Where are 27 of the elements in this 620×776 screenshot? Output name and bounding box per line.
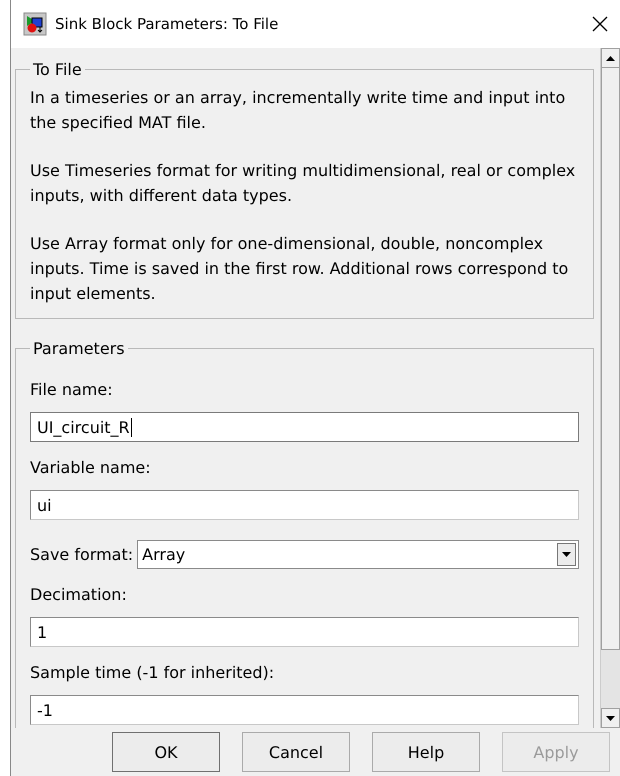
field-label: Variable name:: [30, 458, 152, 477]
field-label: Save format:: [30, 545, 134, 564]
description-text: Use Array format only for one-dimensional, double, noncomplex inputs. Time is saved in the first row. Additional rows correspond to input elements.: [30, 233, 570, 305]
text-field[interactable]: ui: [30, 490, 579, 520]
close-icon[interactable]: [592, 16, 608, 32]
dropdown-field[interactable]: Array: [137, 540, 579, 569]
text-field[interactable]: -1: [30, 695, 579, 725]
description-text: In a timeseries or an array, incrementally write time and input into the specified MAT file.: [30, 87, 566, 134]
field-label: Sample time (-1 for inherited):: [30, 663, 276, 682]
text-field[interactable]: 1: [30, 617, 579, 647]
scroll-down-button[interactable]: [601, 708, 620, 728]
down-arrow-icon: [606, 716, 615, 720]
window-title: Sink Block Parameters: To File: [55, 15, 280, 33]
dialog-button[interactable]: Help: [372, 732, 480, 772]
group-title: To File: [32, 60, 83, 79]
dialog-button[interactable]: OK: [112, 732, 220, 772]
scroll-up-button[interactable]: [601, 48, 620, 68]
group-title: Parameters: [32, 339, 126, 358]
field-label: Decimation:: [30, 585, 128, 604]
caret-icon: [562, 552, 571, 557]
dialog-button[interactable]: Cancel: [242, 732, 350, 772]
block-icon: [23, 12, 47, 36]
text-field[interactable]: UI_circuit_R: [30, 412, 579, 442]
up-arrow-icon: [606, 56, 615, 60]
description-text: Use Timeseries format for writing multidimensional, real or complex inputs, with different data types.: [30, 160, 576, 207]
field-label: File name:: [30, 380, 114, 399]
scrollbar-thumb[interactable]: [601, 68, 620, 650]
